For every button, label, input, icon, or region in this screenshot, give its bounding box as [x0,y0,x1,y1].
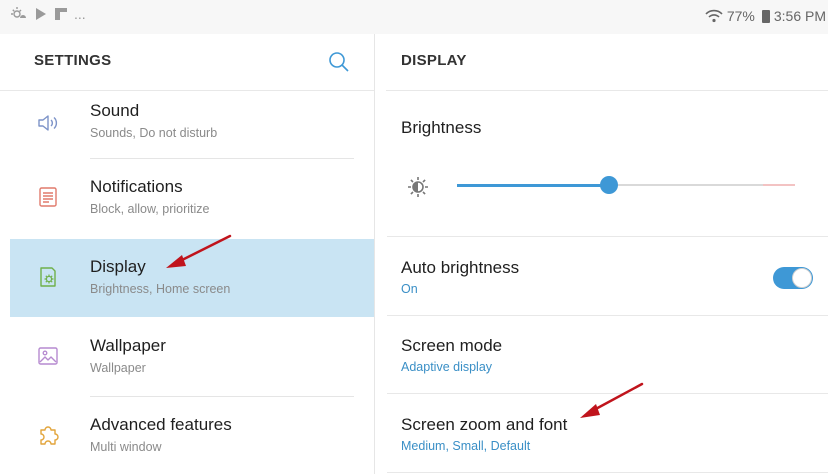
battery-percent: 77% [726,8,755,24]
search-icon [329,52,349,72]
display-panel: DISPLAY Brightness Auto brightness On Sc… [374,34,828,474]
divider [387,315,828,316]
menu-item-subtitle: Block, allow, prioritize [90,202,210,216]
menu-item-notifications[interactable]: Notifications Block, allow, prioritize [10,159,374,237]
menu-item-label: Notifications [90,177,183,196]
notifications-icon [39,187,57,207]
auto-brightness-toggle[interactable] [773,267,813,289]
display-icon [40,267,56,287]
clock: 3:56 PM [773,8,826,24]
display-title: DISPLAY [401,52,467,69]
settings-header-divider [0,90,374,91]
flipboard-icon [55,8,67,20]
menu-item-advanced-features[interactable]: Advanced features Multi window [10,397,374,474]
menu-item-wallpaper[interactable]: Wallpaper Wallpaper [10,318,374,396]
auto-brightness-label: Auto brightness [401,258,520,277]
puzzle-icon [40,426,59,445]
settings-panel: SETTINGS Sound Sounds, Do not disturb No… [0,34,374,474]
notification-icons: ... [10,6,86,22]
divider [387,472,828,473]
play-store-icon [36,8,46,20]
battery-icon [761,9,770,23]
status-bar: ... 77% 3:56 PM [0,0,828,34]
system-status: 77% 3:56 PM [705,8,826,24]
screen-zoom-value: Medium, Small, Default [401,439,531,453]
wifi-icon [705,9,723,23]
screen-zoom-label[interactable]: Screen zoom and font [401,415,567,435]
menu-item-subtitle: Brightness, Home screen [90,282,231,296]
menu-item-label: Display [90,257,146,276]
menu-item-subtitle: Sounds, Do not disturb [90,126,218,140]
brightness-slider[interactable] [457,176,795,194]
wallpaper-icon [38,347,58,365]
menu-item-label: Advanced features [90,415,232,434]
menu-item-subtitle: Multi window [90,440,162,454]
screen-mode-value: Adaptive display [401,360,493,374]
brightness-slider-fill [457,183,610,187]
brightness-slider-limit [763,184,795,186]
brightness-icon [408,177,428,197]
weather-icon [11,7,26,18]
menu-item-display[interactable]: Display Brightness, Home screen [10,239,374,317]
settings-header: SETTINGS [0,34,374,90]
settings-title: SETTINGS [34,52,112,69]
search-button[interactable] [326,49,352,75]
display-header-divider [386,90,828,91]
more-notifications: ... [74,6,86,22]
menu-item-subtitle: Wallpaper [90,361,146,375]
toggle-knob [792,268,812,288]
screen-mode-label[interactable]: Screen mode [401,336,502,356]
divider [387,236,828,237]
brightness-slider-thumb[interactable] [600,176,619,194]
speaker-icon [38,115,58,131]
menu-item-label: Wallpaper [90,336,166,355]
brightness-label: Brightness [401,118,482,137]
auto-brightness-status: On [401,282,418,296]
menu-item-label: Sound [90,101,140,120]
divider [387,393,828,394]
